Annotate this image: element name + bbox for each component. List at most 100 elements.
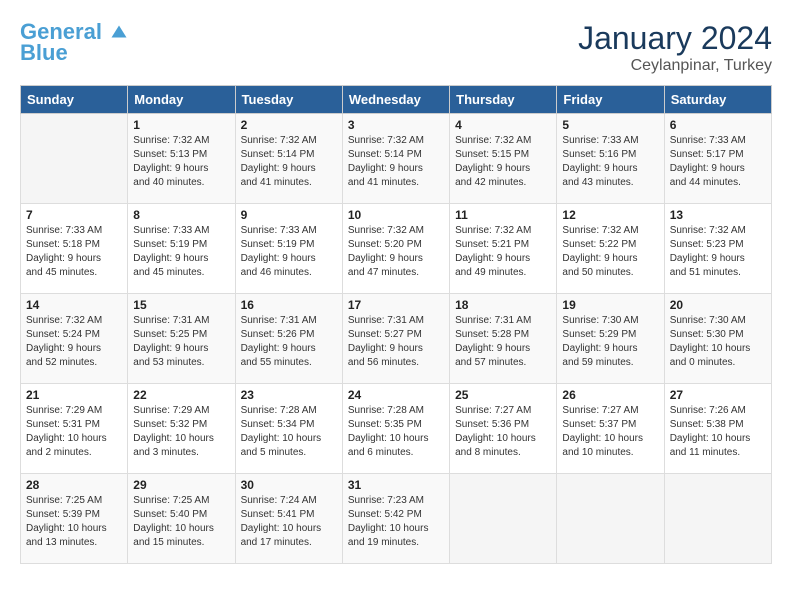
day-number: 31 bbox=[348, 478, 444, 492]
day-number: 18 bbox=[455, 298, 551, 312]
table-row: 28 Sunrise: 7:25 AM Sunset: 5:39 PM Dayli… bbox=[21, 474, 128, 564]
table-row: 29 Sunrise: 7:25 AM Sunset: 5:40 PM Dayli… bbox=[128, 474, 235, 564]
table-row: 6Sunrise: 7:33 AM Sunset: 5:17 PM Daylig… bbox=[664, 114, 771, 204]
day-info: Sunrise: 7:28 AM Sunset: 5:35 PM Dayligh… bbox=[348, 404, 444, 460]
table-row: 11 Sunrise: 7:32 AM Sunset: 5:21 PM Dayli… bbox=[450, 204, 557, 294]
day-info: Sunrise: 7:31 AM Sunset: 5:26 PM Dayligh… bbox=[241, 314, 337, 370]
day-number: 11 bbox=[455, 208, 551, 222]
col-sunday: Sunday bbox=[21, 86, 128, 114]
table-row: 14 Sunrise: 7:32 AM Sunset: 5:24 PM Dayli… bbox=[21, 294, 128, 384]
day-number: 2 bbox=[241, 118, 337, 132]
table-row: 21Sunrise: 7:29 AM Sunset: 5:31 PM Dayli… bbox=[21, 384, 128, 474]
day-info: Sunrise: 7:32 AM Sunset: 5:22 PM Dayligh… bbox=[562, 224, 658, 280]
day-number: 5 bbox=[562, 118, 658, 132]
day-number: 15 bbox=[133, 298, 229, 312]
day-number: 14 bbox=[26, 298, 122, 312]
col-monday: Monday bbox=[128, 86, 235, 114]
table-row: 17 Sunrise: 7:31 AM Sunset: 5:27 PM Dayli… bbox=[342, 294, 449, 384]
day-info: Sunrise: 7:27 AM Sunset: 5:37 PM Dayligh… bbox=[562, 404, 658, 460]
calendar-header-row: Sunday Monday Tuesday Wednesday Thursday… bbox=[21, 86, 772, 114]
table-row: 20 Sunrise: 7:30 AM Sunset: 5:30 PM Dayli… bbox=[664, 294, 771, 384]
table-row: 2 Sunrise: 7:32 AM Sunset: 5:14 PM Daylig… bbox=[235, 114, 342, 204]
day-info: Sunrise: 7:32 AM Sunset: 5:14 PM Dayligh… bbox=[348, 134, 444, 190]
table-row: 5Sunrise: 7:33 AM Sunset: 5:16 PM Daylig… bbox=[557, 114, 664, 204]
day-info: Sunrise: 7:33 AM Sunset: 5:18 PM Dayligh… bbox=[26, 224, 122, 280]
day-info: Sunrise: 7:29 AM Sunset: 5:32 PM Dayligh… bbox=[133, 404, 229, 460]
col-friday: Friday bbox=[557, 86, 664, 114]
col-wednesday: Wednesday bbox=[342, 86, 449, 114]
table-row: 18 Sunrise: 7:31 AM Sunset: 5:28 PM Dayli… bbox=[450, 294, 557, 384]
table-row bbox=[450, 474, 557, 564]
day-number: 7 bbox=[26, 208, 122, 222]
table-row: 22 Sunrise: 7:29 AM Sunset: 5:32 PM Dayli… bbox=[128, 384, 235, 474]
day-number: 24 bbox=[348, 388, 444, 402]
day-info: Sunrise: 7:32 AM Sunset: 5:23 PM Dayligh… bbox=[670, 224, 766, 280]
day-number: 23 bbox=[241, 388, 337, 402]
day-info: Sunrise: 7:23 AM Sunset: 5:42 PM Dayligh… bbox=[348, 494, 444, 550]
table-row: 15Sunrise: 7:31 AM Sunset: 5:25 PM Dayli… bbox=[128, 294, 235, 384]
day-info: Sunrise: 7:32 AM Sunset: 5:13 PM Dayligh… bbox=[133, 134, 229, 190]
table-row: 12 Sunrise: 7:32 AM Sunset: 5:22 PM Dayli… bbox=[557, 204, 664, 294]
day-info: Sunrise: 7:25 AM Sunset: 5:40 PM Dayligh… bbox=[133, 494, 229, 550]
table-row: 3 Sunrise: 7:32 AM Sunset: 5:14 PM Daylig… bbox=[342, 114, 449, 204]
day-info: Sunrise: 7:30 AM Sunset: 5:29 PM Dayligh… bbox=[562, 314, 658, 370]
table-row: 8 Sunrise: 7:33 AM Sunset: 5:19 PM Daylig… bbox=[128, 204, 235, 294]
day-number: 27 bbox=[670, 388, 766, 402]
location: Ceylanpinar, Turkey bbox=[578, 57, 772, 75]
table-row: 31 Sunrise: 7:23 AM Sunset: 5:42 PM Dayli… bbox=[342, 474, 449, 564]
calendar-week-row: 1 Sunrise: 7:32 AM Sunset: 5:13 PM Daylig… bbox=[21, 114, 772, 204]
day-info: Sunrise: 7:32 AM Sunset: 5:15 PM Dayligh… bbox=[455, 134, 551, 190]
calendar-week-row: 14 Sunrise: 7:32 AM Sunset: 5:24 PM Dayli… bbox=[21, 294, 772, 384]
table-row: 16Sunrise: 7:31 AM Sunset: 5:26 PM Dayli… bbox=[235, 294, 342, 384]
day-info: Sunrise: 7:30 AM Sunset: 5:30 PM Dayligh… bbox=[670, 314, 766, 370]
day-number: 9 bbox=[241, 208, 337, 222]
day-number: 8 bbox=[133, 208, 229, 222]
day-info: Sunrise: 7:24 AM Sunset: 5:41 PM Dayligh… bbox=[241, 494, 337, 550]
day-info: Sunrise: 7:28 AM Sunset: 5:34 PM Dayligh… bbox=[241, 404, 337, 460]
table-row: 7 Sunrise: 7:33 AM Sunset: 5:18 PM Daylig… bbox=[21, 204, 128, 294]
day-info: Sunrise: 7:31 AM Sunset: 5:28 PM Dayligh… bbox=[455, 314, 551, 370]
day-info: Sunrise: 7:32 AM Sunset: 5:14 PM Dayligh… bbox=[241, 134, 337, 190]
day-number: 21 bbox=[26, 388, 122, 402]
day-number: 13 bbox=[670, 208, 766, 222]
calendar-week-row: 28 Sunrise: 7:25 AM Sunset: 5:39 PM Dayli… bbox=[21, 474, 772, 564]
table-row: 25 Sunrise: 7:27 AM Sunset: 5:36 PM Dayli… bbox=[450, 384, 557, 474]
calendar-table: Sunday Monday Tuesday Wednesday Thursday… bbox=[20, 85, 772, 564]
day-info: Sunrise: 7:27 AM Sunset: 5:36 PM Dayligh… bbox=[455, 404, 551, 460]
col-thursday: Thursday bbox=[450, 86, 557, 114]
day-number: 1 bbox=[133, 118, 229, 132]
day-number: 22 bbox=[133, 388, 229, 402]
table-row: 1 Sunrise: 7:32 AM Sunset: 5:13 PM Daylig… bbox=[128, 114, 235, 204]
day-number: 3 bbox=[348, 118, 444, 132]
day-info: Sunrise: 7:33 AM Sunset: 5:19 PM Dayligh… bbox=[241, 224, 337, 280]
table-row: 9 Sunrise: 7:33 AM Sunset: 5:19 PM Daylig… bbox=[235, 204, 342, 294]
col-tuesday: Tuesday bbox=[235, 86, 342, 114]
table-row: 13 Sunrise: 7:32 AM Sunset: 5:23 PM Dayli… bbox=[664, 204, 771, 294]
day-info: Sunrise: 7:33 AM Sunset: 5:19 PM Dayligh… bbox=[133, 224, 229, 280]
title-block: January 2024 Ceylanpinar, Turkey bbox=[578, 20, 772, 75]
table-row: 19 Sunrise: 7:30 AM Sunset: 5:29 PM Dayli… bbox=[557, 294, 664, 384]
day-number: 25 bbox=[455, 388, 551, 402]
day-info: Sunrise: 7:32 AM Sunset: 5:21 PM Dayligh… bbox=[455, 224, 551, 280]
day-number: 29 bbox=[133, 478, 229, 492]
day-number: 12 bbox=[562, 208, 658, 222]
day-number: 28 bbox=[26, 478, 122, 492]
calendar-week-row: 21Sunrise: 7:29 AM Sunset: 5:31 PM Dayli… bbox=[21, 384, 772, 474]
table-row: 30 Sunrise: 7:24 AM Sunset: 5:41 PM Dayli… bbox=[235, 474, 342, 564]
table-row: 10Sunrise: 7:32 AM Sunset: 5:20 PM Dayli… bbox=[342, 204, 449, 294]
logo-blue: Blue bbox=[20, 40, 68, 66]
day-info: Sunrise: 7:32 AM Sunset: 5:24 PM Dayligh… bbox=[26, 314, 122, 370]
table-row: 24 Sunrise: 7:28 AM Sunset: 5:35 PM Dayli… bbox=[342, 384, 449, 474]
table-row: 4 Sunrise: 7:32 AM Sunset: 5:15 PM Daylig… bbox=[450, 114, 557, 204]
day-number: 26 bbox=[562, 388, 658, 402]
day-number: 19 bbox=[562, 298, 658, 312]
day-number: 17 bbox=[348, 298, 444, 312]
col-saturday: Saturday bbox=[664, 86, 771, 114]
day-number: 30 bbox=[241, 478, 337, 492]
day-info: Sunrise: 7:25 AM Sunset: 5:39 PM Dayligh… bbox=[26, 494, 122, 550]
day-number: 4 bbox=[455, 118, 551, 132]
day-number: 20 bbox=[670, 298, 766, 312]
day-info: Sunrise: 7:31 AM Sunset: 5:27 PM Dayligh… bbox=[348, 314, 444, 370]
day-info: Sunrise: 7:33 AM Sunset: 5:17 PM Dayligh… bbox=[670, 134, 766, 190]
day-info: Sunrise: 7:26 AM Sunset: 5:38 PM Dayligh… bbox=[670, 404, 766, 460]
